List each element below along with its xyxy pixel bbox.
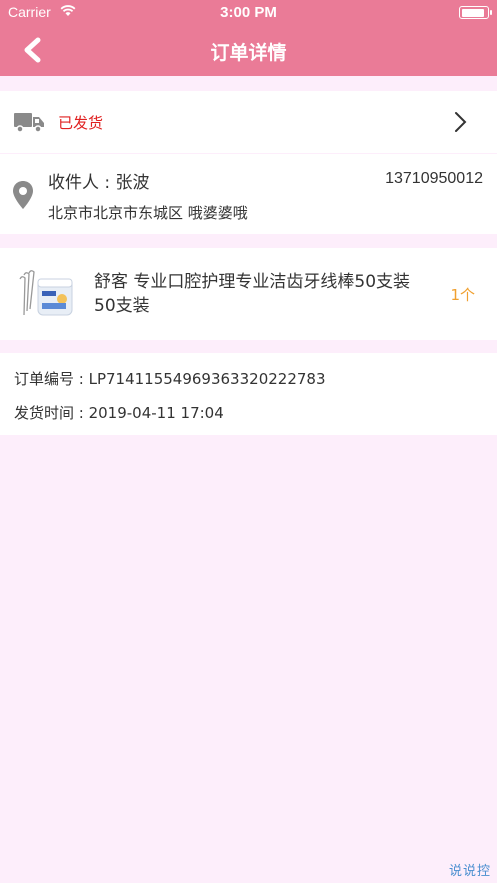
- address-card: 收件人 : 张波 13710950012 北京市北京市东城区 哦婆婆哦: [0, 154, 497, 234]
- ship-time: 发货时间 : 2019-04-11 17:04: [14, 404, 224, 422]
- chevron-right-icon[interactable]: [453, 110, 469, 134]
- nav-header: Carrier 3:00 PM 订单详情: [0, 0, 497, 76]
- product-name: 舒客 专业口腔护理专业洁齿牙线棒50支装 50支装: [94, 272, 411, 316]
- shipping-status-label: 已发货: [58, 114, 104, 132]
- watermark: 说说控: [448, 864, 491, 879]
- product-thumbnail: [19, 270, 73, 316]
- product-item[interactable]: 舒客 专业口腔护理专业洁齿牙线棒50支装 50支装 1个: [0, 248, 497, 340]
- recipient-name: 收件人 : 张波: [48, 173, 150, 193]
- shipping-status-row[interactable]: 已发货: [0, 91, 497, 153]
- clock: 3:00 PM: [220, 4, 277, 21]
- recipient-phone: 13710950012: [385, 170, 483, 187]
- page-title: 订单详情: [210, 42, 287, 64]
- location-pin-icon: [13, 181, 33, 209]
- address-detail: 北京市北京市东城区 哦婆婆哦: [48, 204, 248, 222]
- order-info-card: 订单编号 : LP71411554969363320222783 发货时间 : …: [0, 353, 497, 435]
- truck-icon: [14, 113, 44, 133]
- battery-icon: [459, 6, 492, 19]
- status-bar: Carrier 3:00 PM: [0, 0, 497, 26]
- product-quantity: 1个: [450, 286, 475, 304]
- order-number: 订单编号 : LP71411554969363320222783: [14, 370, 326, 388]
